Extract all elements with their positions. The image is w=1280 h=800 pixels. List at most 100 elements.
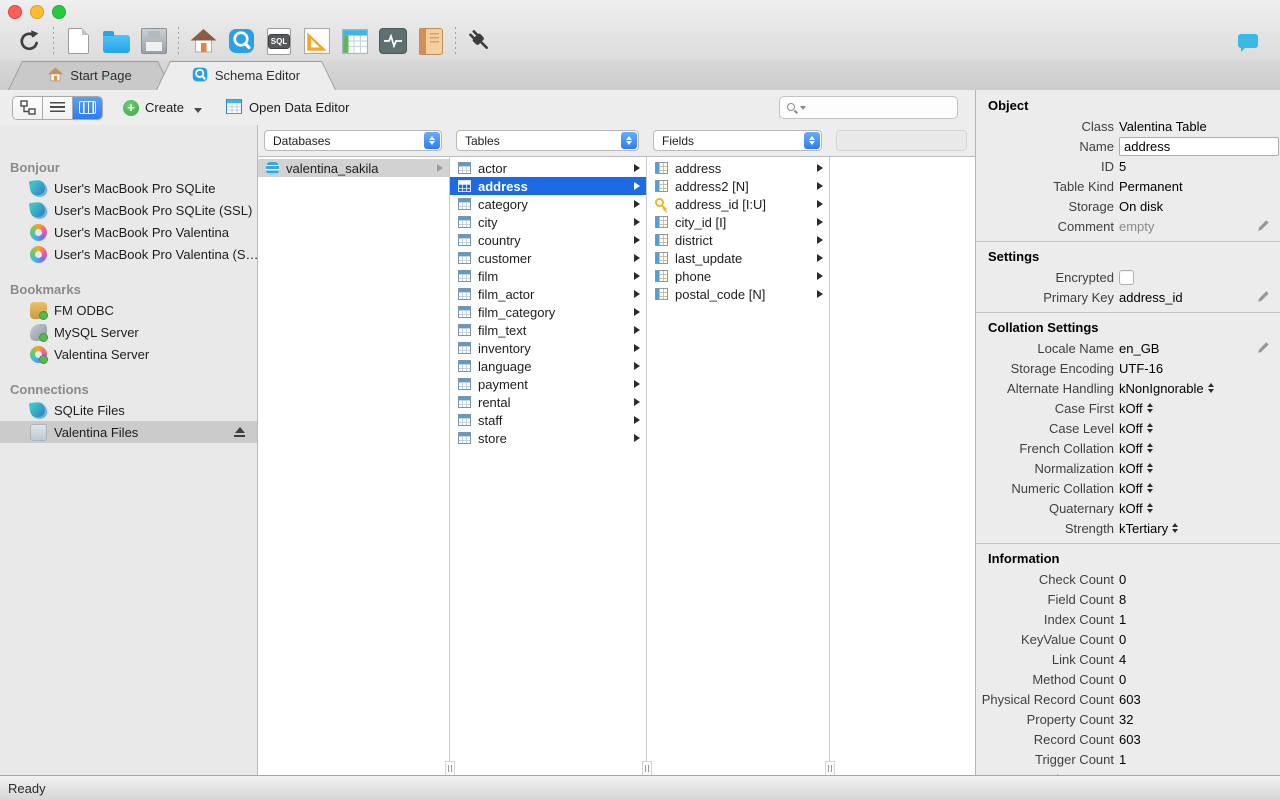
tables-dropdown[interactable]: Tables (456, 130, 639, 151)
sidebar-item[interactable]: User's MacBook Pro Valentina (0, 221, 257, 243)
new-document-icon[interactable] (59, 24, 97, 58)
open-folder-icon[interactable] (97, 24, 135, 58)
disclosure-arrow-icon[interactable] (817, 200, 823, 208)
feedback-bubble-icon[interactable] (1238, 34, 1258, 52)
report-editor-icon[interactable] (298, 24, 336, 58)
list-view-icon[interactable] (43, 96, 73, 119)
sidebar-item[interactable]: User's MacBook Pro Valentina (S… (0, 243, 257, 265)
tree-view-icon[interactable] (13, 96, 43, 119)
column-resize-grip[interactable] (445, 761, 455, 775)
server-monitor-icon[interactable] (374, 24, 412, 58)
table-row[interactable]: film_actor (450, 285, 646, 303)
field-row[interactable]: address2 [N] (647, 177, 829, 195)
table-row[interactable]: film (450, 267, 646, 285)
sidebar-item[interactable]: FM ODBC (0, 299, 257, 321)
disclosure-arrow-icon[interactable] (817, 236, 823, 244)
save-icon[interactable] (135, 24, 173, 58)
disclosure-arrow-icon[interactable] (634, 416, 640, 424)
table-row[interactable]: category (450, 195, 646, 213)
start-page-icon[interactable] (184, 24, 222, 58)
field-row[interactable]: district (647, 231, 829, 249)
field-row[interactable]: last_update (647, 249, 829, 267)
table-row[interactable]: address (450, 177, 646, 195)
disclosure-arrow-icon[interactable] (817, 218, 823, 226)
disclosure-arrow-icon[interactable] (634, 182, 640, 190)
close-window-button[interactable] (8, 5, 22, 19)
field-row[interactable]: postal_code [N] (647, 285, 829, 303)
edit-pencil-icon[interactable] (1257, 219, 1271, 233)
data-editor-icon[interactable] (336, 24, 374, 58)
disclosure-arrow-icon[interactable] (817, 182, 823, 190)
field-row[interactable]: address (647, 159, 829, 177)
table-row[interactable]: payment (450, 375, 646, 393)
sidebar-item[interactable]: Valentina Files (0, 421, 257, 443)
stepper-icon[interactable] (1172, 523, 1179, 533)
table-row[interactable]: film_text (450, 321, 646, 339)
disclosure-arrow-icon[interactable] (817, 254, 823, 262)
column-view-icon[interactable] (73, 96, 102, 119)
table-row[interactable]: store (450, 429, 646, 447)
connect-icon[interactable] (461, 24, 499, 58)
table-row[interactable]: country (450, 231, 646, 249)
disclosure-arrow-icon[interactable] (634, 254, 640, 262)
undo-icon[interactable] (10, 24, 48, 58)
disclosure-arrow-icon[interactable] (634, 434, 640, 442)
disclosure-arrow-icon[interactable] (634, 164, 640, 172)
disclosure-arrow-icon[interactable] (634, 290, 640, 298)
sidebar-item[interactable]: SQLite Files (0, 399, 257, 421)
eject-icon[interactable] (234, 427, 245, 437)
search-field[interactable] (779, 96, 958, 119)
stepper-icon[interactable] (1207, 383, 1214, 393)
disclosure-arrow-icon[interactable] (634, 272, 640, 280)
database-row[interactable]: valentina_sakila (258, 159, 449, 177)
stepper-icon[interactable] (1146, 423, 1153, 433)
search-input[interactable] (808, 99, 951, 116)
zoom-window-button[interactable] (52, 5, 66, 19)
column-resize-grip[interactable] (642, 761, 652, 775)
fields-dropdown[interactable]: Fields (653, 130, 822, 151)
table-row[interactable]: rental (450, 393, 646, 411)
stepper-icon[interactable] (1146, 483, 1153, 493)
stepper-icon[interactable] (1146, 443, 1153, 453)
sidebar-item[interactable]: MySQL Server (0, 321, 257, 343)
name-input[interactable] (1119, 136, 1279, 156)
disclosure-arrow-icon[interactable] (634, 362, 640, 370)
search-options-caret-icon[interactable] (800, 106, 806, 113)
stepper-icon[interactable] (1146, 503, 1153, 513)
disclosure-arrow-icon[interactable] (817, 164, 823, 172)
column-resize-grip[interactable] (825, 761, 835, 775)
disclosure-arrow-icon[interactable] (634, 200, 640, 208)
table-row[interactable]: film_category (450, 303, 646, 321)
field-row[interactable]: address_id [I:U] (647, 195, 829, 213)
table-row[interactable]: inventory (450, 339, 646, 357)
create-button[interactable]: + Create (123, 99, 203, 117)
disclosure-arrow-icon[interactable] (634, 326, 640, 334)
table-row[interactable]: actor (450, 159, 646, 177)
table-row[interactable]: customer (450, 249, 646, 267)
disclosure-arrow-icon[interactable] (817, 272, 823, 280)
table-row[interactable]: city (450, 213, 646, 231)
sidebar-item[interactable]: Valentina Server (0, 343, 257, 365)
disclosure-arrow-icon[interactable] (634, 218, 640, 226)
documentation-icon[interactable] (412, 24, 450, 58)
field-row[interactable]: phone (647, 267, 829, 285)
tab-schema-editor[interactable]: Schema Editor (156, 61, 336, 90)
open-data-editor-button[interactable]: Open Data Editor (226, 98, 349, 117)
edit-pencil-icon[interactable] (1257, 341, 1271, 355)
stepper-icon[interactable] (1146, 463, 1153, 473)
encrypted-checkbox[interactable] (1119, 269, 1134, 285)
disclosure-arrow-icon[interactable] (634, 236, 640, 244)
disclosure-arrow-icon[interactable] (634, 308, 640, 316)
field-row[interactable]: city_id [I] (647, 213, 829, 231)
sidebar-item[interactable]: User's MacBook Pro SQLite (0, 177, 257, 199)
sidebar-item[interactable]: User's MacBook Pro SQLite (SSL) (0, 199, 257, 221)
disclosure-arrow-icon[interactable] (437, 164, 443, 172)
disclosure-arrow-icon[interactable] (634, 380, 640, 388)
disclosure-arrow-icon[interactable] (634, 344, 640, 352)
minimize-window-button[interactable] (30, 5, 44, 19)
tab-start-page[interactable]: Start Page (8, 61, 172, 90)
schema-editor-icon[interactable] (222, 24, 260, 58)
stepper-icon[interactable] (1146, 403, 1153, 413)
table-row[interactable]: language (450, 357, 646, 375)
sql-editor-icon[interactable]: SQL (260, 24, 298, 58)
